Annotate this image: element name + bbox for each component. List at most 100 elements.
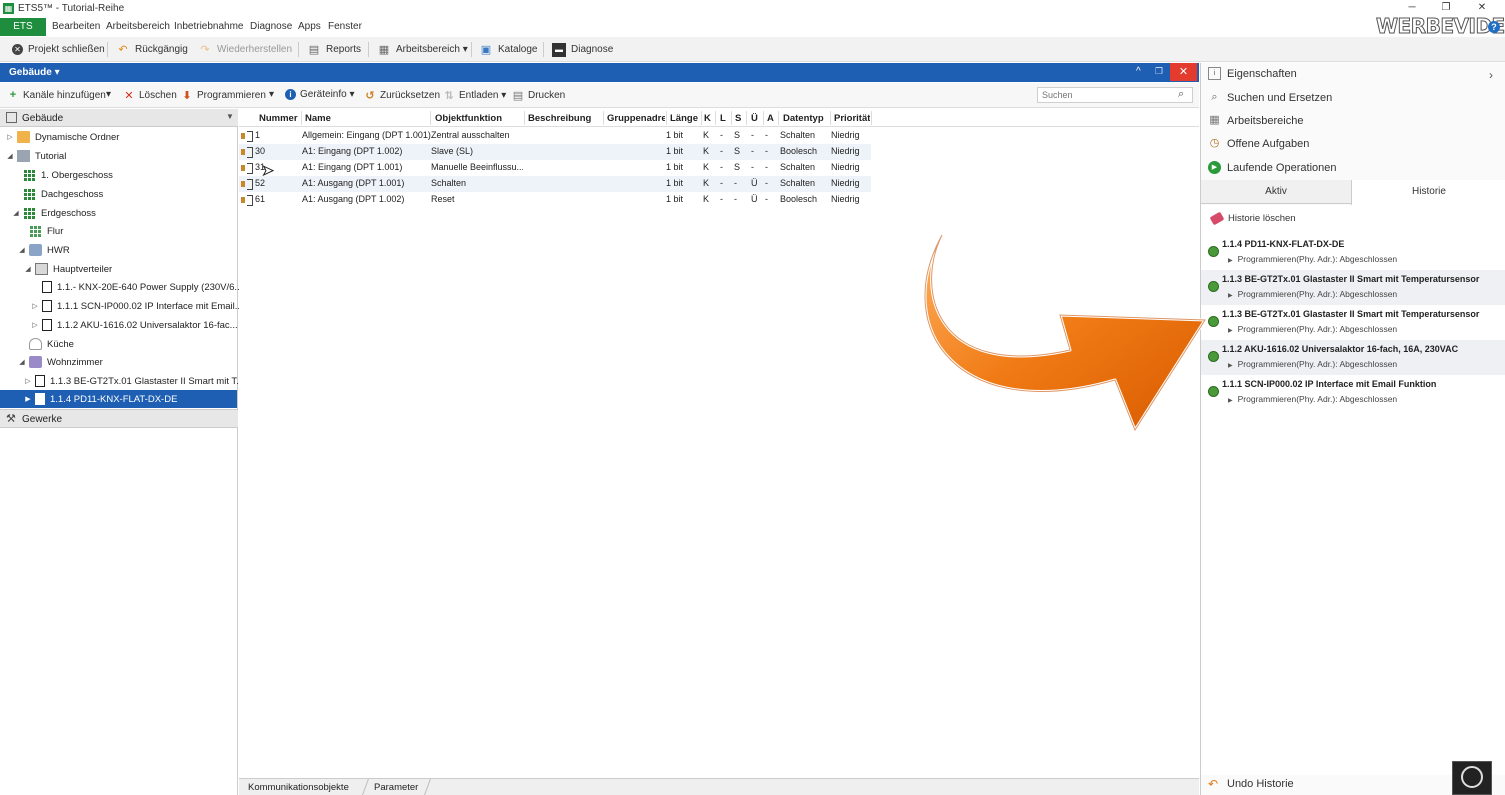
column-k[interactable]: K (704, 113, 711, 124)
menu-bearbeiten[interactable]: Bearbeiten (52, 21, 100, 32)
cell-laenge: 1 bit (666, 130, 684, 140)
menu-inbetriebnahme[interactable]: Inbetriebnahme (174, 21, 244, 32)
tab-historie[interactable]: Historie (1351, 180, 1505, 205)
column-beschreibung[interactable]: Beschreibung (528, 113, 603, 124)
column-nummer[interactable]: Nummer (259, 113, 301, 124)
tree-item-tutorial[interactable]: ◢ Tutorial (5, 147, 66, 165)
expander-icon[interactable]: ◢ (11, 209, 21, 217)
close-panel-button[interactable]: ✕ (1170, 63, 1197, 81)
help-icon[interactable]: ? (1488, 21, 1500, 33)
maximize-button[interactable]: ❐ (1432, 1, 1460, 15)
expander-icon[interactable]: ▶ (23, 395, 33, 403)
column-prioritaet[interactable]: Priorität (834, 113, 870, 124)
column-objektfunktion[interactable]: Objektfunktion (435, 113, 525, 124)
expander-icon[interactable]: ▷ (5, 133, 15, 141)
panel-offene-aufgaben[interactable]: ◷ Offene Aufgaben (1208, 137, 1310, 150)
history-entry[interactable]: 1.1.2 AKU-1616.02 Universalaktor 16-fach… (1201, 340, 1505, 375)
history-entry[interactable]: 1.1.3 BE-GT2Tx.01 Glastaster II Smart mi… (1201, 305, 1505, 340)
loeschen-button[interactable]: ✕ Löschen (123, 89, 176, 102)
comm-object-icon (241, 179, 253, 190)
rueckgaengig-button[interactable]: ↶ Rückgängig (116, 41, 187, 58)
tree-item-obergeschoss[interactable]: 1. Obergeschoss (11, 166, 113, 184)
column-name[interactable]: Name (305, 113, 429, 124)
tab-parameter[interactable]: Parameter (374, 782, 418, 793)
menu-apps[interactable]: Apps (298, 21, 321, 32)
programmieren-dropdown[interactable]: ▾ (269, 89, 274, 100)
undo-historie-button[interactable]: ↶ Undo Historie (1208, 777, 1294, 791)
kanaele-dropdown[interactable]: ▾ (106, 89, 111, 100)
expander-icon[interactable]: ▷ (23, 377, 33, 385)
menu-arbeitsbereich[interactable]: Arbeitsbereich (106, 21, 170, 32)
expander-icon[interactable]: ◢ (23, 265, 33, 273)
tree-item-device-universalaktor[interactable]: ▷ 1.1.2 AKU-1616.02 Universalaktor 16-fa… (30, 316, 238, 334)
expander-icon[interactable]: ◢ (17, 358, 27, 366)
diagnose-button[interactable]: ▬ Diagnose (552, 41, 613, 58)
table-row[interactable]: 31 A1: Eingang (DPT 1.001) Manuelle Beei… (239, 160, 871, 176)
table-row[interactable]: 61 A1: Ausgang (DPT 1.002) Reset 1 bit K… (239, 192, 871, 208)
wiederherstellen-button[interactable]: ↷ Wiederherstellen (198, 41, 292, 58)
column-gruppenadresse[interactable]: Gruppenadresse (607, 113, 665, 124)
cell-l: - (720, 194, 723, 204)
tree-item-device-ip-interface[interactable]: ▷ 1.1.1 SCN-IP000.02 IP Interface mit Em… (30, 297, 243, 315)
panel-suchen-ersetzen[interactable]: ⌕ Suchen und Ersetzen (1208, 91, 1332, 104)
kataloge-button[interactable]: ▣ Kataloge (479, 41, 538, 58)
close-window-button[interactable]: ✕ (1468, 1, 1496, 15)
projekt-schliessen-button[interactable]: ✕ Projekt schließen (12, 41, 105, 58)
tree-item-device-power-supply[interactable]: 1.1.- KNX-20E-640 Power Supply (230V/6..… (30, 278, 242, 296)
catalog-icon: ▣ (480, 43, 492, 56)
tree-item-hauptverteiler[interactable]: ◢ Hauptverteiler (23, 260, 112, 278)
tree-item-dynamische-ordner[interactable]: ▷ Dynamische Ordner (5, 128, 119, 146)
column-s[interactable]: S (735, 113, 741, 124)
column-a[interactable]: A (767, 113, 774, 124)
tree-item-flur[interactable]: Flur (17, 222, 63, 240)
chevron-down-icon[interactable]: ▼ (226, 112, 234, 121)
arbeitsbereich-button[interactable]: ▦ Arbeitsbereich ▾ (377, 41, 468, 58)
panel-eigenschaften[interactable]: i Eigenschaften (1208, 67, 1297, 80)
tree-item-dachgeschoss[interactable]: Dachgeschoss (11, 185, 103, 203)
historie-loeschen-button[interactable]: Historie löschen (1209, 211, 1296, 226)
chevron-right-icon[interactable]: › (1489, 68, 1493, 82)
entladen-button[interactable]: ⇅ Entladen ▾ (443, 89, 506, 102)
programmieren-button[interactable]: ⬇ Programmieren (181, 89, 266, 102)
ets-menu-tab[interactable]: ETS (0, 18, 46, 36)
tree-item-wohnzimmer[interactable]: ◢ Wohnzimmer (17, 353, 103, 371)
menu-fenster[interactable]: Fenster (328, 21, 362, 32)
expander-icon[interactable]: ▷ (30, 321, 40, 329)
table-row[interactable]: 52 A1: Ausgang (DPT 1.001) Schalten 1 bi… (239, 176, 871, 192)
tab-aktiv[interactable]: Aktiv (1201, 180, 1351, 204)
column-datentyp[interactable]: Datentyp (783, 113, 824, 124)
panel-laufende-operationen[interactable]: ▶ Laufende Operationen (1208, 161, 1336, 174)
column-laenge[interactable]: Länge (670, 113, 700, 124)
kanaele-hinzufuegen-button[interactable]: + Kanäle hinzufügen (7, 89, 106, 101)
expander-icon[interactable]: ▷ (30, 302, 40, 310)
tab-kommunikationsobjekte[interactable]: Kommunikationsobjekte (248, 782, 349, 793)
history-entry[interactable]: 1.1.3 BE-GT2Tx.01 Glastaster II Smart mi… (1201, 270, 1505, 305)
tree-item-kueche[interactable]: Küche (17, 335, 74, 353)
tree-item-hwr[interactable]: ◢ HWR (17, 241, 70, 259)
column-ue[interactable]: Ü (751, 113, 758, 124)
history-entry[interactable]: 1.1.4 PD11-KNX-FLAT-DX-DE ▶ Programmieren… (1201, 235, 1505, 270)
table-row[interactable]: 1 Allgemein: Eingang (DPT 1.001) Zentral… (239, 128, 871, 144)
search-icon[interactable]: ⌕ (1178, 88, 1184, 101)
panel-arbeitsbereiche[interactable]: ▦ Arbeitsbereiche (1208, 114, 1303, 127)
column-l[interactable]: L (720, 113, 726, 124)
table-row[interactable]: 30 A1: Eingang (DPT 1.002) Slave (SL) 1 … (239, 144, 871, 160)
tree-item-erdgeschoss[interactable]: ◢ Erdgeschoss (11, 204, 96, 222)
history-entry[interactable]: 1.1.1 SCN-IP000.02 IP Interface mit Emai… (1201, 375, 1505, 410)
menu-diagnose[interactable]: Diagnose (250, 21, 292, 32)
tree-header-gebaeude[interactable]: Gebäude ▼ (0, 109, 238, 127)
drucken-button[interactable]: ▤ Drucken (512, 89, 565, 102)
reports-button[interactable]: ▤ Reports (307, 41, 361, 58)
tree-header-gewerke[interactable]: ⚒ Gewerke (0, 409, 238, 428)
tree-item-device-pd11-selected[interactable]: ▶ 1.1.4 PD11-KNX-FLAT-DX-DE (23, 390, 177, 408)
search-input[interactable] (1037, 87, 1193, 103)
panel-title-dropdown[interactable]: Gebäude ▾ (9, 67, 60, 78)
minimize-button[interactable]: ─ (1398, 1, 1426, 15)
geraeteinfo-button[interactable]: i Geräteinfo ▾ (285, 89, 355, 100)
collapse-panel-icon[interactable]: ^ (1136, 66, 1141, 77)
tree-item-device-glastaster[interactable]: ▷ 1.1.3 BE-GT2Tx.01 Glastaster II Smart … (23, 372, 244, 390)
zuruecksetzen-button[interactable]: ↺ Zurücksetzen (364, 89, 440, 102)
expander-icon[interactable]: ◢ (5, 152, 15, 160)
restore-panel-icon[interactable]: ❐ (1155, 66, 1163, 77)
expander-icon[interactable]: ◢ (17, 246, 27, 254)
